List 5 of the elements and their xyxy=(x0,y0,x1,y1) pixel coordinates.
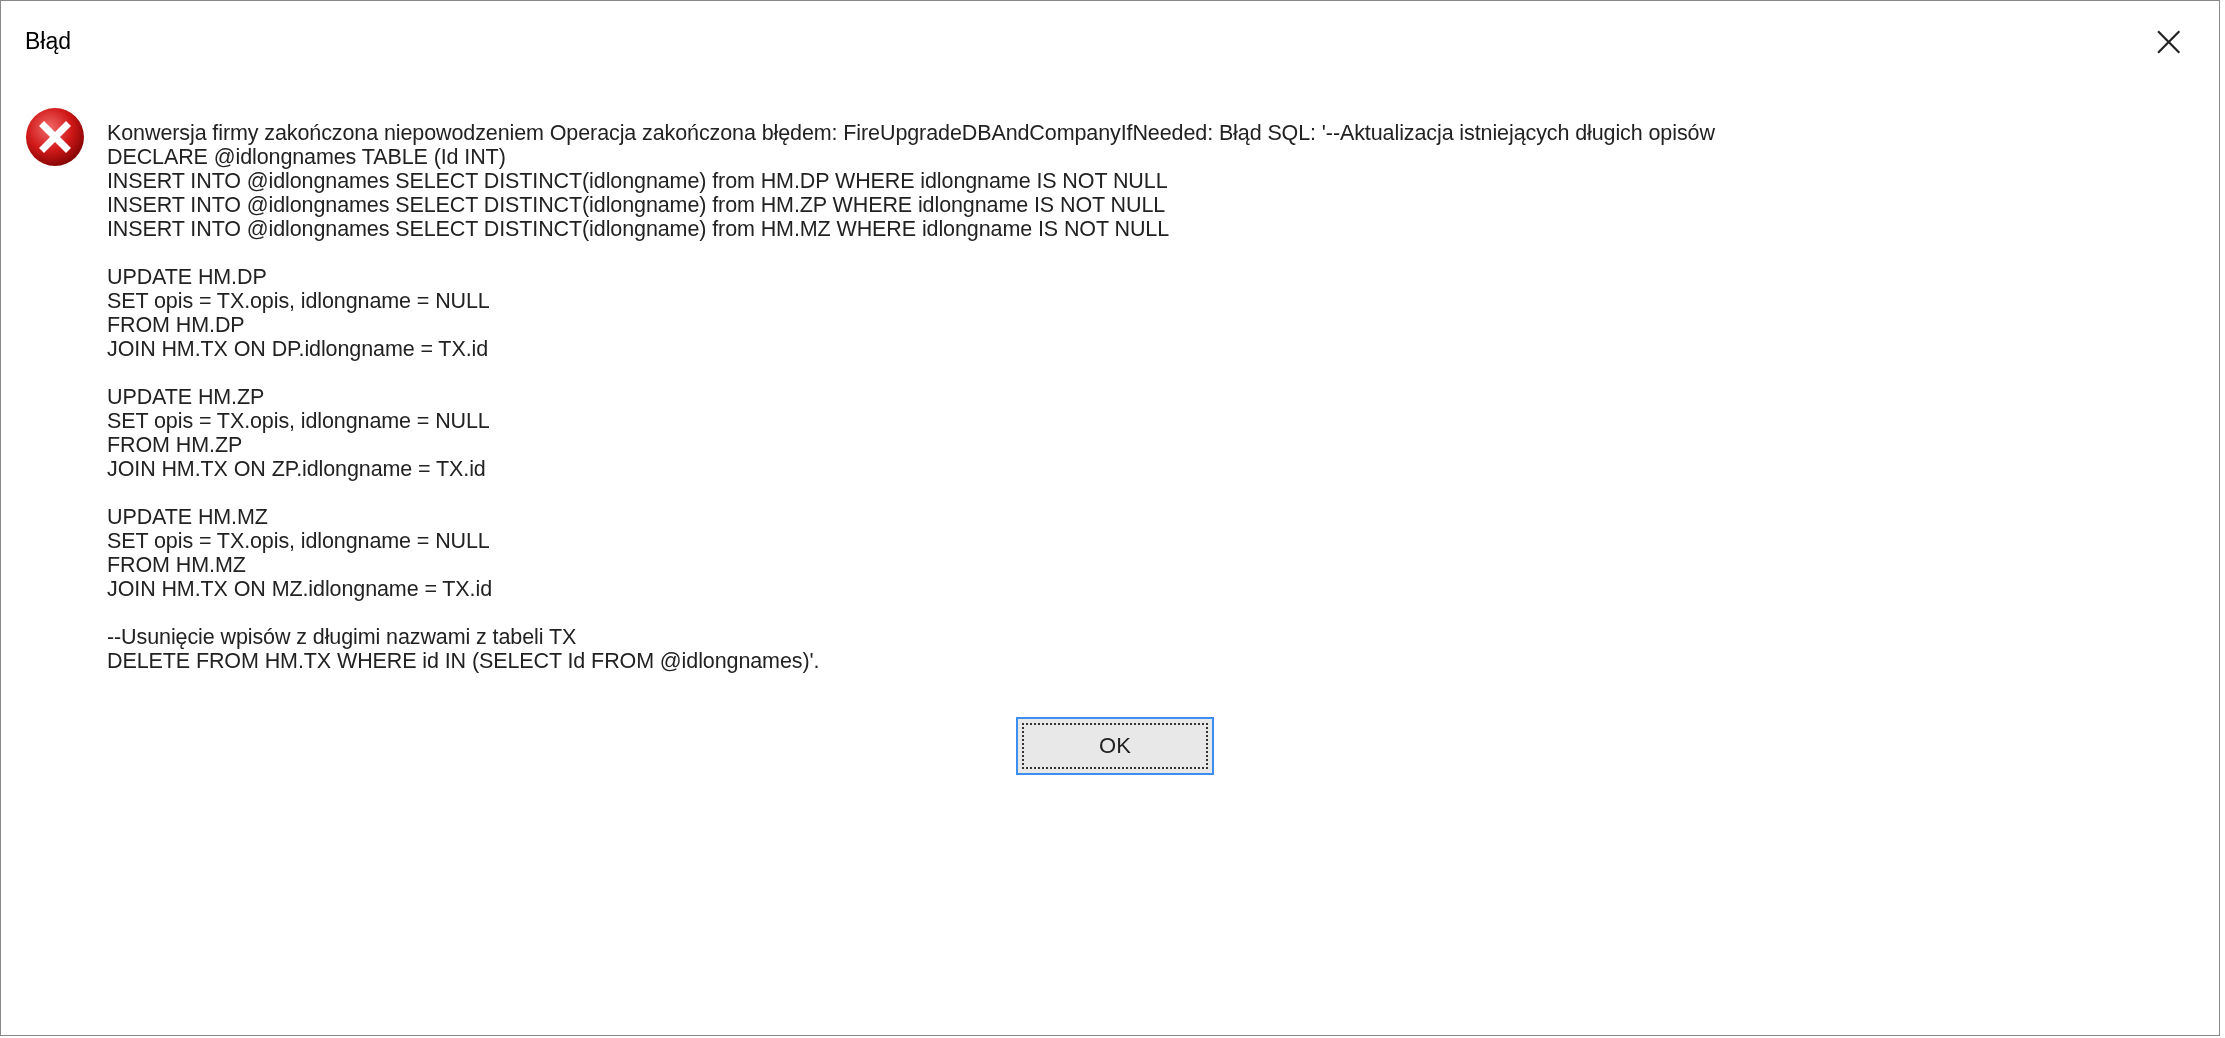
ok-button[interactable]: OK xyxy=(1016,717,1214,775)
error-message: Konwersja firmy zakończona niepowodzeniem Operacja zakończona błędem: FireUpgradeDBAndCompanyIfNeeded: Błąd SQL: '--Aktualizacja istniejących długich opisów DECLARE @idlongnames TABLE (Id INT) INSERT INTO @idlongnames SELECT DISTINCT(idlongname) from HM.DP WHERE idlongname IS NOT NULL INSERT INTO @idlongnames SELECT DISTINCT(idlongname) from HM.ZP WHERE idlongname IS NOT NULL INSERT INTO @idlongnames SELECT DISTINCT(idlongname) from HM.MZ WHERE idlongname IS NOT NULL UPDATE HM.DP SET opis = TX.opis, idlongname = NULL FROM HM.DP JOIN HM.TX ON DP.idlongname = TX.id UPDATE HM.ZP SET opis = TX.opis, idlongname = NULL FROM HM.ZP JOIN HM.TX ON ZP.idlongname = TX.id UPDATE HM.MZ SET opis = TX.opis, idlongname = NULL FROM HM.MZ JOIN HM.TX ON MZ.idlongname = TX.id --Usunięcie wpisów z długimi nazwami z tabeli TX DELETE FROM HM.TX WHERE id IN (SELECT Id FROM @idlongnames)'. xyxy=(107,121,1715,673)
error-icon xyxy=(25,107,85,167)
close-button[interactable]: × xyxy=(2144,19,2193,63)
window-title: Błąd xyxy=(25,27,72,55)
